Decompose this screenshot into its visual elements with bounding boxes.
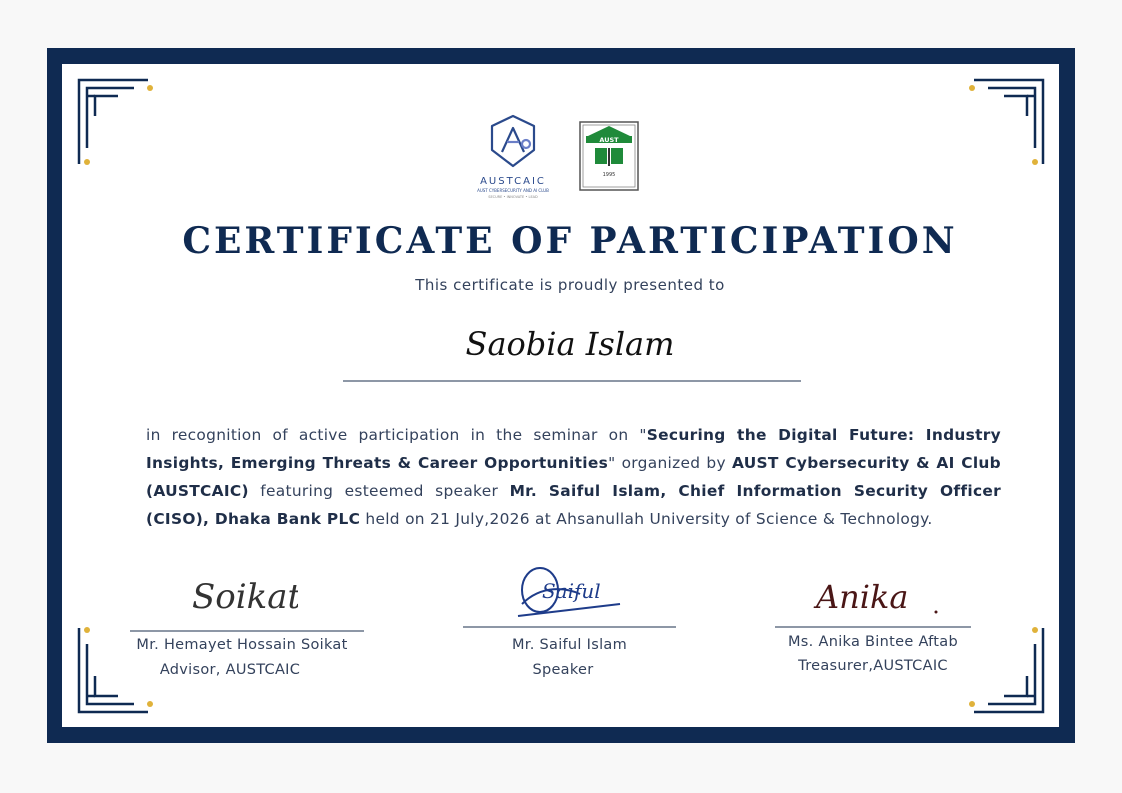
signatory-role: Speaker bbox=[532, 662, 594, 678]
body-speaker-prefix: featuring esteemed speaker bbox=[248, 482, 510, 500]
signature-line bbox=[463, 626, 676, 628]
body-intro: in recognition of active participation i… bbox=[146, 426, 647, 444]
certificate-subtitle: This certificate is proudly presented to bbox=[415, 276, 725, 294]
austcaic-logo-name: AUSTCAIC bbox=[480, 176, 546, 187]
corner-ornament-icon bbox=[966, 76, 1046, 176]
signature-soikat-icon: Soikat bbox=[188, 556, 298, 622]
signature-anika-text: Anika bbox=[813, 578, 908, 616]
signatory-name: Mr. Hemayet Hossain Soikat bbox=[136, 637, 348, 653]
austcaic-logo-tagline: AUST CYBERSECURITY AND AI CLUB bbox=[477, 188, 549, 193]
aust-seal-year: 1995 bbox=[603, 172, 616, 178]
signature-saiful-icon: Saiful bbox=[512, 554, 624, 622]
aust-seal-name: AUST bbox=[599, 136, 619, 144]
corner-ornament-icon bbox=[76, 76, 156, 176]
signatory-role: Treasurer,AUSTCAIC bbox=[798, 658, 948, 674]
signatory-name: Ms. Anika Bintee Aftab bbox=[788, 634, 958, 650]
body-organized-by: " organized by bbox=[608, 454, 733, 472]
signature-soikat-text: Soikat bbox=[192, 577, 298, 617]
signature-line bbox=[775, 626, 971, 628]
signature-saiful-text: Saiful bbox=[542, 579, 601, 603]
signatory-role: Advisor, AUSTCAIC bbox=[159, 662, 301, 678]
signature-line bbox=[130, 630, 364, 632]
aust-seal-icon: AUST 1995 bbox=[578, 120, 640, 192]
name-underline bbox=[343, 380, 801, 382]
body-held-on: held on 21 July,2026 at Ahsanullah Unive… bbox=[360, 510, 933, 528]
austcaic-logo-motto: SECURE • INNOVATE • LEAD bbox=[488, 195, 538, 199]
recipient-name: Saobia Islam bbox=[465, 325, 675, 363]
certificate-title: CERTIFICATE OF PARTICIPATION bbox=[182, 220, 958, 262]
certificate-body: in recognition of active participation i… bbox=[146, 421, 1001, 533]
signatory-name: Mr. Saiful Islam bbox=[511, 637, 628, 653]
signature-anika-icon: Anika bbox=[812, 556, 942, 622]
